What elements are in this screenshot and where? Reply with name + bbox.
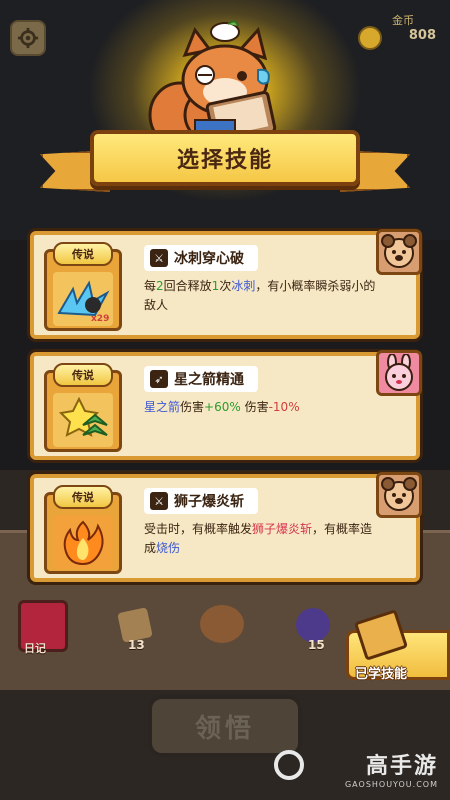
learned-skills-button[interactable]: 已学技能 [346, 609, 450, 682]
rarity-badge: 传说 [53, 242, 113, 266]
comprehend-label: 领悟 [194, 713, 255, 744]
floor-stat-a: 13 [128, 638, 145, 652]
gold-value: 808 [408, 28, 436, 43]
watermark: 高手游 GAOSHOUYOU.COM [274, 748, 438, 789]
star-arrow-icon [53, 393, 113, 447]
skill-name-text: 冰刺穿心破 [174, 251, 244, 267]
skill-card-star-arrow[interactable]: 传说 ➶ 星之箭精通 星之箭伤害+60% 伤害-10% [30, 350, 422, 460]
sword-icon: ⚔ [150, 492, 168, 510]
skill-icon-frame: 传说 [44, 485, 122, 574]
bear-avatar [376, 472, 422, 518]
ice-spike-icon: x29 [53, 272, 113, 326]
bear-avatar [376, 229, 422, 275]
sword-icon: ⚔ [150, 249, 168, 267]
coin-icon [358, 26, 382, 50]
skill-description: 每2回合释放1次冰刺，有小概率瞬杀弱小的敌人 [144, 279, 376, 312]
skill-name: ➶ 星之箭精通 [144, 366, 258, 392]
svg-text:x29: x29 [91, 314, 109, 323]
bunny-avatar [376, 350, 422, 396]
gear-icon [17, 27, 39, 49]
monster-icon [296, 608, 330, 642]
rarity-badge: 传说 [53, 485, 113, 509]
skill-icon-frame: 传说 x29 [44, 242, 122, 331]
skill-description: 星之箭伤害+60% 伤害-10% [144, 400, 300, 414]
g-logo-icon [274, 750, 304, 780]
gold-counter: 金币 808 [358, 12, 438, 52]
skill-icon-frame: 传说 [44, 363, 122, 452]
title-banner: 选择技能 [90, 130, 360, 186]
skill-card-lion-flame[interactable]: 传说 ⚔ 狮子爆炎斩 受击时，有概率触发狮子爆炎斩，有概率造成烧伤 [30, 472, 422, 582]
flame-icon [53, 515, 113, 569]
watermark-main: 高手游 [365, 754, 438, 779]
rarity-badge: 传说 [53, 363, 113, 387]
bow-icon: ➶ [150, 370, 168, 388]
floor-stat-b: 15 [308, 638, 325, 652]
skill-name-text: 星之箭精通 [174, 372, 244, 388]
settings-button[interactable] [10, 20, 46, 56]
skill-description: 受击时，有概率触发狮子爆炎斩，有概率造成烧伤 [144, 522, 373, 555]
skill-name-text: 狮子爆炎斩 [174, 494, 244, 510]
bear-icon [200, 605, 244, 643]
skill-name: ⚔ 狮子爆炎斩 [144, 488, 258, 514]
watermark-sub: GAOSHOUYOU.COM [344, 780, 438, 789]
skill-card-ice-pierce[interactable]: 传说 x29 ⚔ 冰刺穿心破 每2回合释放1次冰刺，有小概率瞬杀弱小的敌人 [30, 229, 422, 339]
skill-name: ⚔ 冰刺穿心破 [144, 245, 258, 271]
diary-label: 日记 [24, 642, 46, 655]
gold-label: 金币 [392, 14, 414, 27]
page-title: 选择技能 [176, 148, 273, 173]
learned-skills-label: 已学技能 [355, 667, 408, 682]
